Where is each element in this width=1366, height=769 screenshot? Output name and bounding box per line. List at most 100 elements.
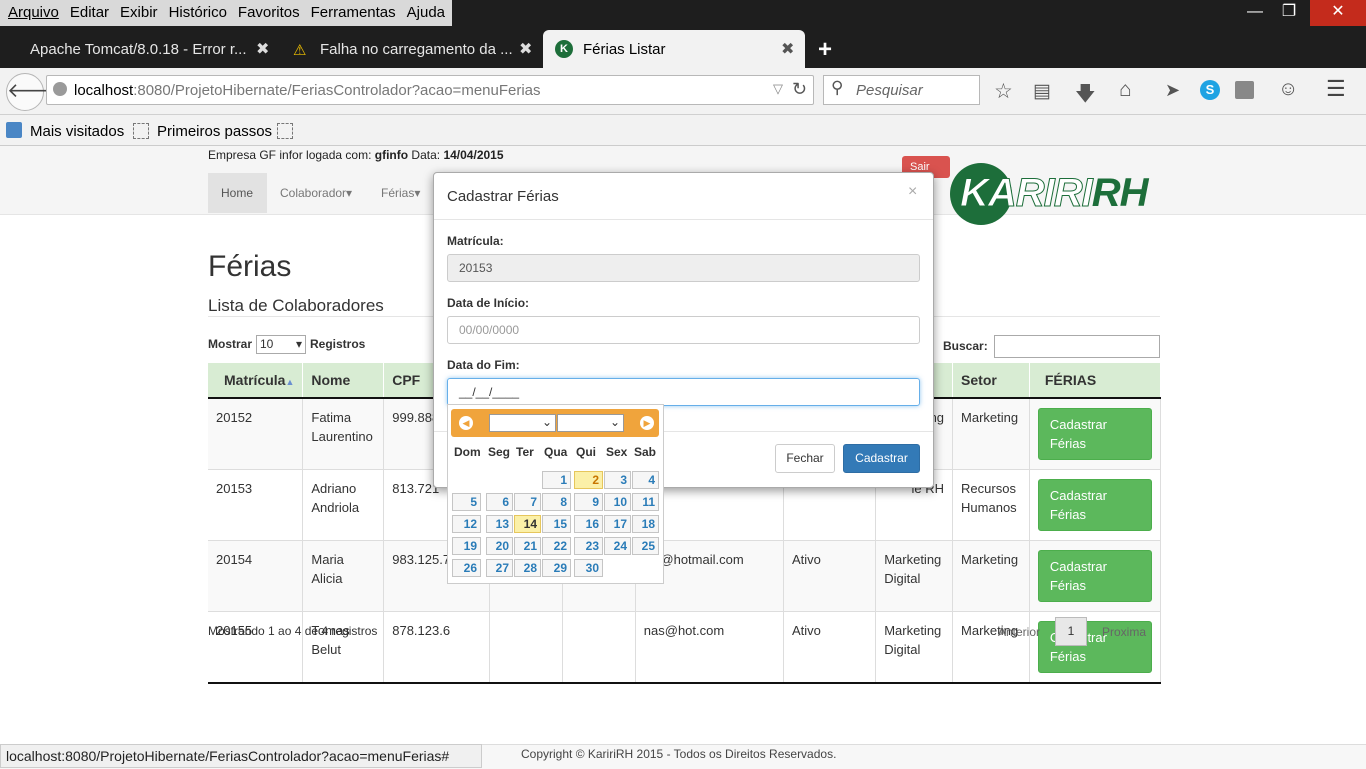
day-21[interactable]: 21 — [514, 537, 541, 555]
day-3[interactable]: 3 — [604, 471, 631, 489]
chat-icon[interactable]: ☺ — [1278, 78, 1298, 101]
cadastrar-ferias-button[interactable]: Cadastrar Férias — [1037, 479, 1152, 531]
close-tab-icon[interactable]: ✖ — [781, 39, 794, 59]
bookmark-mais-visitados[interactable]: Mais visitados — [30, 123, 124, 140]
col-setor[interactable]: Setor — [952, 363, 1030, 399]
day-26[interactable]: 26 — [452, 559, 481, 577]
day-15[interactable]: 15 — [542, 515, 571, 533]
col-nome[interactable]: Nome — [302, 363, 385, 399]
day-12[interactable]: 12 — [452, 515, 481, 533]
cadastrar-button[interactable]: Cadastrar — [843, 444, 920, 473]
day-28[interactable]: 28 — [514, 559, 541, 577]
day-27[interactable]: 27 — [486, 559, 513, 577]
restore-icon[interactable]: ❐ — [1266, 0, 1312, 26]
day-1[interactable]: 1 — [542, 471, 571, 489]
day-22[interactable]: 22 — [542, 537, 571, 555]
cadastrar-ferias-button[interactable]: Cadastrar Férias — [1037, 408, 1152, 460]
page-size-select[interactable]: 10 ▾ — [256, 335, 306, 354]
fechar-button[interactable]: Fechar — [775, 444, 835, 473]
close-tab-icon[interactable]: ✖ — [256, 39, 269, 59]
cell-matricula: 20155 — [208, 611, 304, 684]
chevron-down-icon: ▾ — [295, 337, 302, 351]
dropdown-arrow-icon[interactable]: ▽ — [773, 81, 783, 97]
menu-favoritos[interactable]: Favoritos — [234, 0, 304, 26]
url-text: localhost:8080/ProjetoHibernate/FeriasCo… — [74, 82, 541, 99]
skype-icon[interactable]: S — [1200, 80, 1220, 100]
download-icon[interactable]: 🡇 — [1075, 79, 1096, 113]
year-select[interactable]: ⌄ — [557, 414, 624, 432]
new-tab-icon[interactable]: + — [818, 36, 832, 64]
search-placeholder: Pesquisar — [856, 82, 923, 99]
day-4[interactable]: 4 — [632, 471, 659, 489]
tab-tomcat[interactable]: Apache Tomcat/8.0.18 - Error r... ✖ — [10, 30, 280, 68]
cell-action: Cadastrar Férias — [1029, 540, 1162, 612]
day-6[interactable]: 6 — [486, 493, 513, 511]
tab-ferias-listar[interactable]: K Férias Listar ✖ — [543, 30, 805, 68]
day-19[interactable]: 19 — [452, 537, 481, 555]
day-18[interactable]: 18 — [632, 515, 659, 533]
day-14[interactable]: 14 — [514, 515, 541, 533]
menu-historico[interactable]: Histórico — [165, 0, 231, 26]
cadastrar-ferias-button[interactable]: Cadastrar Férias — [1037, 550, 1152, 602]
page-icon — [277, 123, 293, 139]
day-9[interactable]: 9 — [574, 493, 603, 511]
day-30[interactable]: 30 — [574, 559, 603, 577]
reading-list-icon[interactable]: ▤ — [1033, 80, 1051, 103]
day-8[interactable]: 8 — [542, 493, 571, 511]
reload-icon[interactable]: ↻ — [792, 79, 807, 100]
day-29[interactable]: 29 — [542, 559, 571, 577]
menu-editar[interactable]: Editar — [66, 0, 113, 26]
extension-icon[interactable] — [1235, 81, 1254, 99]
nav-ferias[interactable]: Férias▾ — [381, 186, 420, 200]
col-matricula[interactable]: Matrícula▲ — [208, 363, 304, 399]
cell-setor: Marketing — [952, 397, 1030, 470]
close-window-icon[interactable]: ✕ — [1310, 0, 1366, 26]
page-1-button[interactable]: 1 — [1055, 617, 1087, 646]
menu-ajuda[interactable]: Ajuda — [403, 0, 449, 26]
day-23[interactable]: 23 — [574, 537, 603, 555]
next-page-button[interactable]: Proxima — [1102, 625, 1146, 639]
address-bar[interactable]: localhost:8080/ProjetoHibernate/FeriasCo… — [46, 75, 814, 105]
search-box[interactable]: ⚲ Pesquisar — [823, 75, 980, 105]
data-fim-field[interactable]: __/__/____ — [447, 378, 920, 406]
site-logo: KARIRIRH — [950, 163, 1158, 229]
day-13[interactable]: 13 — [486, 515, 513, 533]
month-select[interactable]: ⌄ — [489, 414, 556, 432]
prev-page-button[interactable]: Anterior — [998, 625, 1040, 639]
day-7[interactable]: 7 — [514, 493, 541, 511]
day-25[interactable]: 25 — [632, 537, 659, 555]
chevron-down-icon: ⌄ — [609, 415, 620, 429]
globe-icon — [53, 82, 67, 96]
menu-ferramentas[interactable]: Ferramentas — [307, 0, 400, 26]
day-24[interactable]: 24 — [604, 537, 631, 555]
send-icon[interactable]: ➤ — [1165, 80, 1180, 101]
nav-home[interactable]: Home — [221, 186, 253, 200]
day-11[interactable]: 11 — [632, 493, 659, 511]
day-5[interactable]: 5 — [452, 493, 481, 511]
weekday-label: Sex — [606, 445, 628, 459]
bookmark-star-icon[interactable]: ☆ — [994, 79, 1013, 104]
close-icon[interactable]: × — [908, 183, 917, 201]
cell-nome: Maria Alicia — [302, 540, 385, 612]
day-17[interactable]: 17 — [604, 515, 631, 533]
day-20[interactable]: 20 — [486, 537, 513, 555]
menu-bar: Arquivo Editar Exibir Histórico Favorito… — [0, 0, 1366, 26]
nav-colaborador[interactable]: Colaborador▾ — [280, 186, 352, 200]
next-month-icon[interactable]: ▶ — [640, 416, 654, 430]
home-icon[interactable]: ⌂ — [1119, 78, 1132, 102]
bookmark-primeiros-passos[interactable]: Primeiros passos — [157, 123, 272, 140]
day-10[interactable]: 10 — [604, 493, 631, 511]
close-tab-icon[interactable]: ✖ — [519, 39, 532, 59]
hamburger-menu-icon[interactable]: ☰ — [1326, 76, 1346, 102]
col-ferias[interactable]: FÉRIAS — [1029, 363, 1162, 399]
tab-error[interactable]: ⚠ Falha no carregamento da ... ✖ — [283, 30, 541, 68]
table-search-input[interactable] — [994, 335, 1160, 358]
menu-arquivo[interactable]: Arquivo — [4, 0, 63, 26]
day-16[interactable]: 16 — [574, 515, 603, 533]
prev-month-icon[interactable]: ◀ — [459, 416, 473, 430]
page-title: Férias — [208, 250, 292, 283]
data-inicio-field[interactable]: 00/00/0000 — [447, 316, 920, 344]
back-icon[interactable]: 🡐 — [6, 73, 61, 111]
day-2[interactable]: 2 — [574, 471, 603, 489]
menu-exibir[interactable]: Exibir — [116, 0, 162, 26]
